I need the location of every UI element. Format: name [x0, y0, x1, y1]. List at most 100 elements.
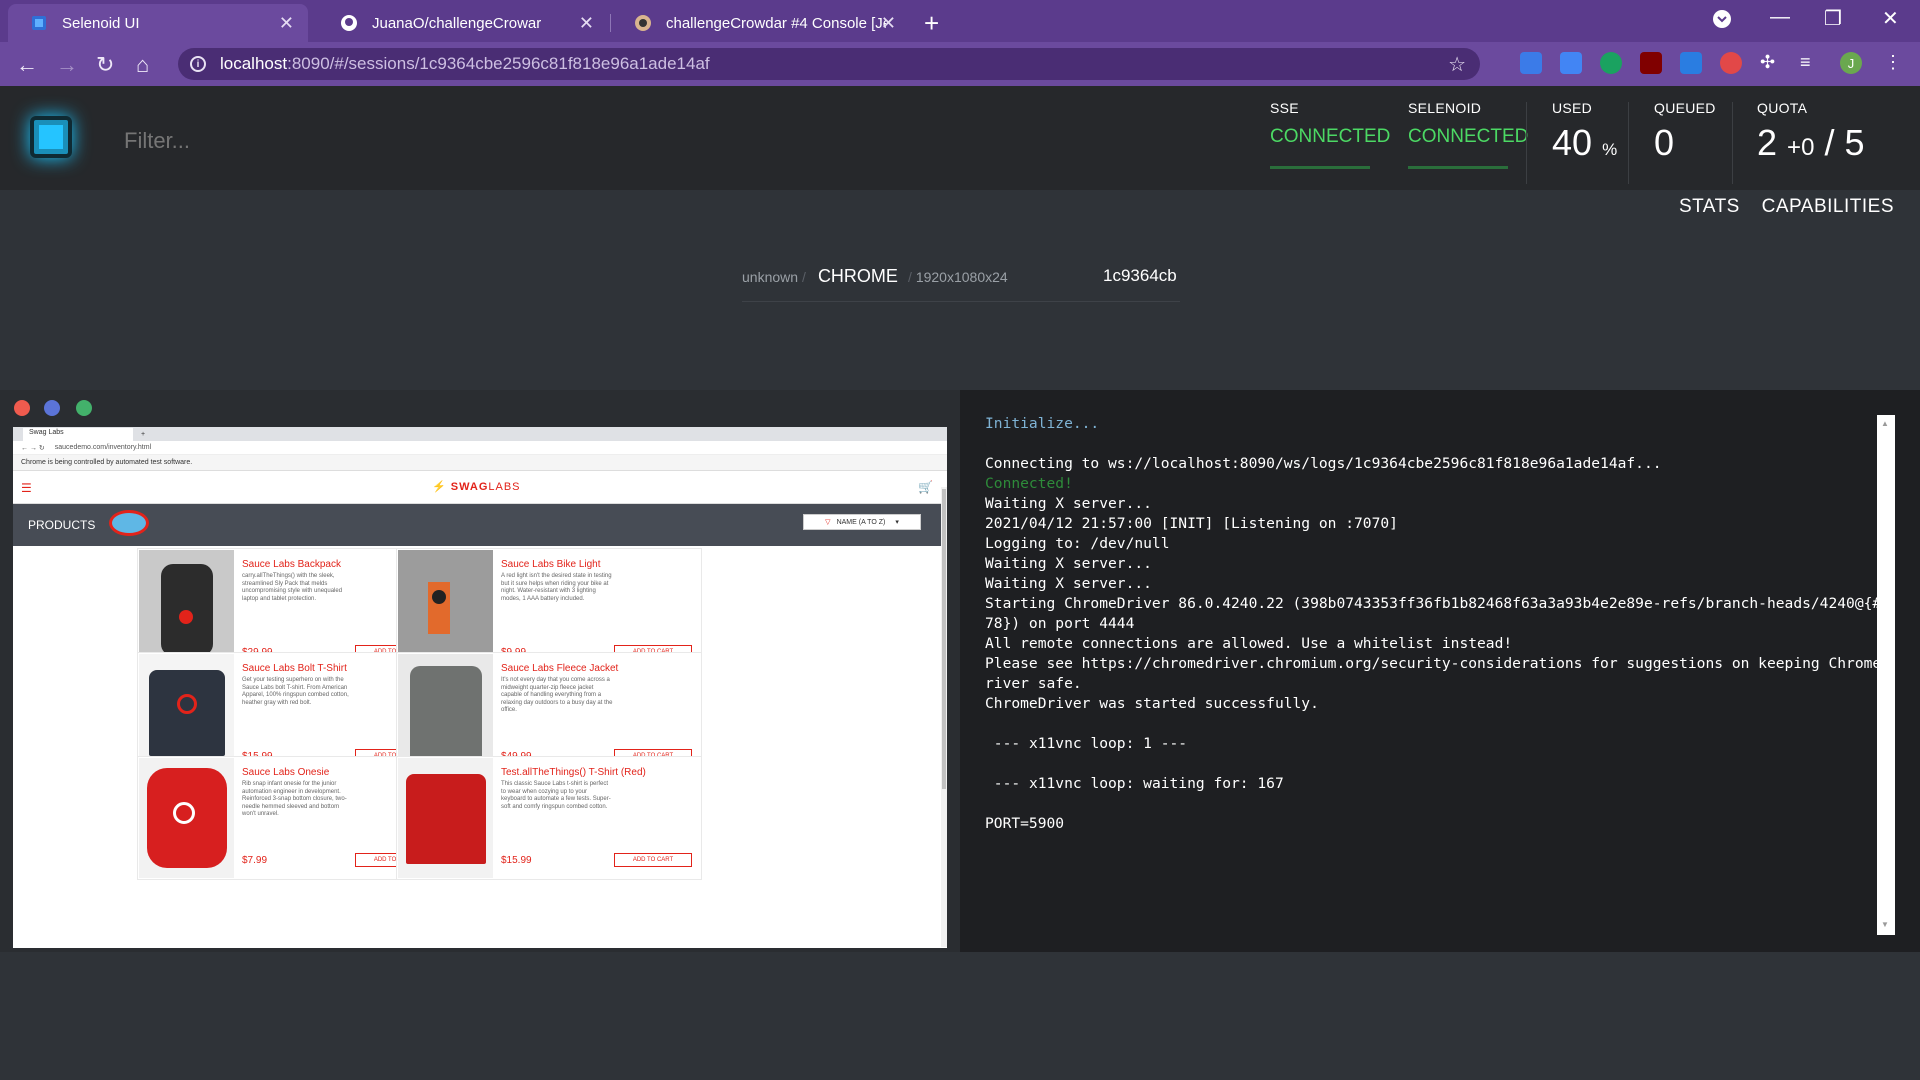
- filter-input[interactable]: [124, 128, 524, 154]
- remote-url: saucedemo.com/inventory.html: [54, 444, 152, 451]
- puzzle-extensions-icon[interactable]: ✣: [1760, 52, 1782, 74]
- remote-address-bar: ← → ↻ saucedemo.com/inventory.html: [13, 441, 947, 455]
- quota-value: 2 +0 / 5: [1757, 122, 1865, 163]
- tab-capabilities[interactable]: CAPABILITIES: [1762, 196, 1894, 217]
- jenkins-icon: [634, 14, 652, 32]
- browser-toolbar: ← → ↻ ⌂ i localhost:8090/#/sessions/1c93…: [0, 42, 1920, 86]
- session-resolution: 1920x1080x24: [915, 269, 1008, 285]
- cart-icon: 🛒: [918, 480, 933, 494]
- close-icon[interactable]: ✕: [881, 13, 896, 34]
- session-info: unknown / CHROME / 1920x1080x24 1c9364cb: [742, 266, 1180, 302]
- log-line: Waiting X server...: [985, 555, 1152, 572]
- kebab-menu-icon[interactable]: ⋮: [1884, 52, 1906, 74]
- log-line: Please see https://chromedriver.chromium…: [985, 655, 1890, 692]
- close-icon[interactable]: ✕: [279, 13, 294, 34]
- vnc-panel: Swag Labs + ← → ↻ saucedemo.com/inventor…: [0, 390, 960, 952]
- log-scrollbar[interactable]: [1877, 415, 1895, 935]
- vnc-lock-dot[interactable]: [76, 400, 92, 416]
- separator: /: [802, 269, 806, 285]
- product-name: Test.allTheThings() T-Shirt (Red): [501, 767, 646, 778]
- used-stat: USED 40 %: [1552, 100, 1617, 164]
- log-init: Initialize...: [985, 415, 1100, 432]
- sse-label: SSE: [1270, 100, 1299, 116]
- log-line: Waiting X server...: [985, 495, 1152, 512]
- product-image: [398, 758, 493, 878]
- product-desc: Get your testing superhero on with the S…: [242, 677, 349, 706]
- used-label: USED: [1552, 100, 1593, 116]
- new-tab-button[interactable]: +: [924, 8, 939, 39]
- quota-label: QUOTA: [1757, 100, 1808, 116]
- view-tabs: STATS CAPABILITIES: [1663, 196, 1894, 218]
- extension-gem-icon[interactable]: [1680, 52, 1702, 74]
- restore-icon[interactable]: ❐: [1824, 6, 1842, 31]
- remote-tab-bar: Swag Labs +: [13, 427, 947, 441]
- products-title: PRODUCTS: [28, 518, 96, 532]
- log-panel: Initialize... Connecting to ws://localho…: [960, 390, 1920, 952]
- extension-green-icon[interactable]: [1600, 52, 1622, 74]
- product-desc: Rib snap infant onesie for the junior au…: [242, 781, 347, 817]
- session-id: 1c9364cb: [1103, 266, 1177, 285]
- product-image: [139, 758, 234, 878]
- remote-tab: Swag Labs: [23, 428, 133, 441]
- product-desc: It's not every day that you come across …: [501, 677, 613, 713]
- profile-avatar[interactable]: J: [1840, 52, 1862, 74]
- window-close-icon[interactable]: ✕: [1882, 6, 1899, 31]
- info-icon[interactable]: i: [190, 56, 206, 72]
- selenoid-header: SSE CONNECTED SELENOID CONNECTED USED 40…: [0, 86, 1920, 190]
- product-price: $15.99: [501, 855, 532, 866]
- selenoid-favicon-icon: [30, 14, 48, 32]
- github-icon: [340, 14, 358, 32]
- product-name: Sauce Labs Onesie: [242, 767, 330, 778]
- close-icon[interactable]: ✕: [579, 13, 594, 34]
- used-value: 40 %: [1552, 122, 1618, 163]
- product-desc: This classic Sauce Labs t-shirt is perfe…: [501, 781, 611, 810]
- sse-status: SSE CONNECTED: [1270, 100, 1390, 169]
- session-browser: CHROME: [817, 266, 898, 286]
- remote-nav-icon: ← → ↻: [21, 444, 45, 452]
- remote-new-tab-icon: +: [141, 430, 146, 438]
- swag-header: ☰ ⚡ SWAGLABS 🛒: [13, 471, 947, 504]
- log-line: ChromeDriver was started successfully.: [985, 695, 1319, 712]
- tab-selenoid-ui[interactable]: Selenoid UI ✕: [8, 4, 308, 42]
- log-line: All remote connections are allowed. Use …: [985, 635, 1513, 652]
- translate-icon[interactable]: [1560, 52, 1582, 74]
- remote-scrollbar: [941, 487, 947, 947]
- log-line: Starting ChromeDriver 86.0.4240.22 (398b…: [985, 595, 1890, 632]
- selenoid-value: CONNECTED: [1408, 126, 1529, 147]
- tab-github[interactable]: JuanaO/challengeCrowar ✕: [318, 4, 608, 42]
- sse-underline: [1270, 166, 1370, 169]
- bookmark-star-icon[interactable]: ☆: [1448, 52, 1466, 77]
- address-bar[interactable]: i localhost:8090/#/sessions/1c9364cbe259…: [178, 48, 1480, 80]
- home-icon[interactable]: ⌂: [136, 52, 149, 78]
- tab-search-icon[interactable]: [1712, 9, 1732, 35]
- selenoid-logo-icon[interactable]: [30, 116, 72, 158]
- tab-stats[interactable]: STATS: [1679, 196, 1740, 217]
- tab-title: JuanaO/challengeCrowar: [372, 14, 542, 32]
- back-icon[interactable]: ←: [16, 52, 38, 78]
- minimize-icon[interactable]: —: [1770, 6, 1790, 29]
- log-line: Connecting to ws://localhost:8090/ws/log…: [985, 455, 1662, 472]
- vnc-fullscreen-dot[interactable]: [44, 400, 60, 416]
- extension-red-icon[interactable]: [1720, 52, 1742, 74]
- log-line: 2021/04/12 21:57:00 [INIT] [Listening on…: [985, 515, 1398, 532]
- log-line: --- x11vnc loop: waiting for: 167: [985, 775, 1284, 792]
- log-output: Initialize... Connecting to ws://localho…: [985, 414, 1895, 834]
- selenoid-label: SELENOID: [1408, 100, 1482, 116]
- log-line: Logging to: /dev/null: [985, 535, 1170, 552]
- products-bar: PRODUCTS ▽ NAME (A TO Z) ▾: [13, 504, 947, 546]
- forward-icon[interactable]: →: [56, 52, 78, 78]
- ublock-icon[interactable]: [1640, 52, 1662, 74]
- selenoid-underline: [1408, 166, 1508, 169]
- reload-icon[interactable]: ↻: [96, 52, 114, 78]
- tab-jenkins[interactable]: challengeCrowdar #4 Console [Je ✕: [612, 4, 910, 42]
- media-queue-icon[interactable]: ≡: [1800, 52, 1822, 74]
- divider: [1628, 102, 1629, 184]
- hamburger-menu-icon: ☰: [21, 481, 32, 495]
- vnc-close-dot[interactable]: [14, 400, 30, 416]
- vnc-screen[interactable]: Swag Labs + ← → ↻ saucedemo.com/inventor…: [13, 427, 947, 948]
- extension-icon[interactable]: [1520, 52, 1542, 74]
